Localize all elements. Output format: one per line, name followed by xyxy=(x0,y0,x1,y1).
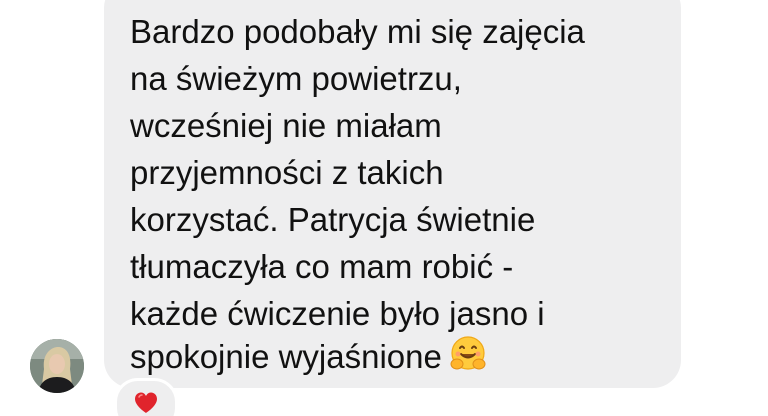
message-line-8: spokojnie wyjaśnione xyxy=(130,338,442,375)
message-line-8-wrap: spokojnie wyjaśnione xyxy=(130,334,488,383)
hugging-face-icon xyxy=(448,334,488,383)
message-line-6: tłumaczyła co mam robić - xyxy=(130,248,514,285)
message-line-5: korzystać. Patrycja świetnie xyxy=(130,201,536,238)
message-line-4: przyjemności z takich xyxy=(130,154,444,191)
message-line-1: Bardzo podobały mi się zajęcia xyxy=(130,13,585,50)
message-line-3: wcześniej nie miałam xyxy=(130,107,442,144)
reaction-badge[interactable] xyxy=(114,378,178,416)
profile-photo-icon xyxy=(30,339,84,393)
sender-avatar[interactable] xyxy=(30,339,84,393)
message-line-2: na świeżym powietrzu, xyxy=(130,60,462,97)
red-heart-icon xyxy=(135,392,157,413)
message-line-7: każde ćwiczenie było jasno i xyxy=(130,295,545,332)
